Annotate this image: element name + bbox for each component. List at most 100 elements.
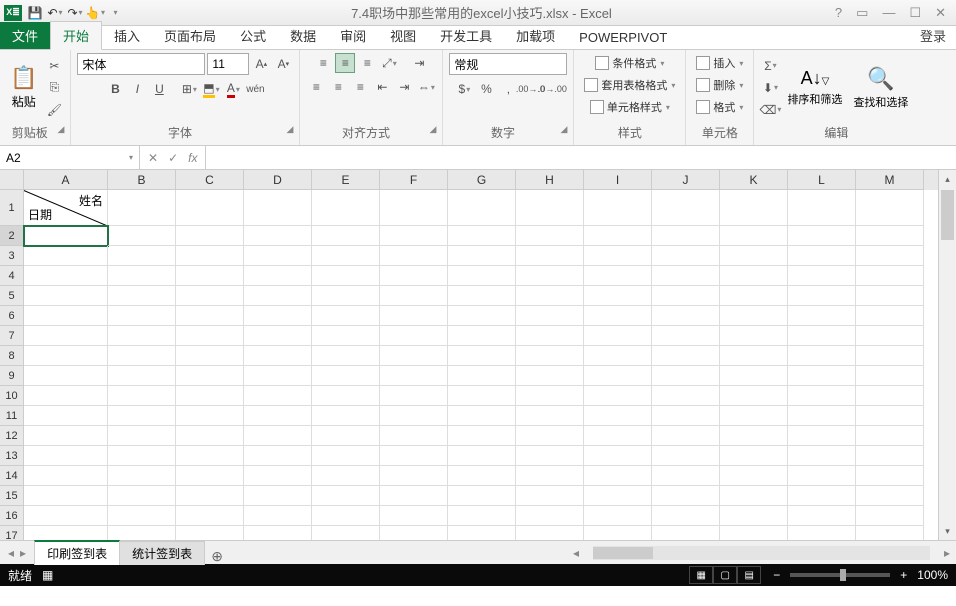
cell-G17[interactable]	[448, 526, 516, 540]
row-header-17[interactable]: 17	[0, 526, 24, 540]
cell-F6[interactable]	[380, 306, 448, 326]
cell-I17[interactable]	[584, 526, 652, 540]
cell-J5[interactable]	[652, 286, 720, 306]
cell-H11[interactable]	[516, 406, 584, 426]
cell-D1[interactable]	[244, 190, 312, 226]
cell-C12[interactable]	[176, 426, 244, 446]
cell-E8[interactable]	[312, 346, 380, 366]
cell-D6[interactable]	[244, 306, 312, 326]
cell-G11[interactable]	[448, 406, 516, 426]
col-header-G[interactable]: G	[448, 170, 516, 190]
cell-style-button[interactable]: 单元格样式▾	[586, 97, 674, 117]
row-header-9[interactable]: 9	[0, 366, 24, 386]
cell-F17[interactable]	[380, 526, 448, 540]
cell-E15[interactable]	[312, 486, 380, 506]
cell-E17[interactable]	[312, 526, 380, 540]
cell-M12[interactable]	[856, 426, 924, 446]
font-size-select[interactable]	[207, 53, 249, 75]
align-right-button[interactable]: ≡	[350, 77, 370, 97]
tab-layout[interactable]: 页面布局	[152, 22, 228, 49]
cell-M16[interactable]	[856, 506, 924, 526]
cell-G3[interactable]	[448, 246, 516, 266]
tab-data[interactable]: 数据	[278, 22, 328, 49]
cell-E3[interactable]	[312, 246, 380, 266]
cell-J3[interactable]	[652, 246, 720, 266]
cell-A11[interactable]	[24, 406, 108, 426]
cell-F14[interactable]	[380, 466, 448, 486]
cell-D8[interactable]	[244, 346, 312, 366]
cell-J10[interactable]	[652, 386, 720, 406]
redo-icon[interactable]: ↷▾	[66, 4, 84, 22]
zoom-level[interactable]: 100%	[917, 568, 948, 582]
cell-A17[interactable]	[24, 526, 108, 540]
col-header-B[interactable]: B	[108, 170, 176, 190]
scroll-up-icon[interactable]: ▴	[939, 170, 956, 188]
cell-A2[interactable]	[24, 226, 108, 246]
col-header-H[interactable]: H	[516, 170, 584, 190]
cell-D13[interactable]	[244, 446, 312, 466]
cell-H3[interactable]	[516, 246, 584, 266]
cell-E13[interactable]	[312, 446, 380, 466]
cell-G4[interactable]	[448, 266, 516, 286]
cell-E10[interactable]	[312, 386, 380, 406]
cell-L6[interactable]	[788, 306, 856, 326]
table-format-button[interactable]: 套用表格格式▾	[580, 75, 679, 95]
cell-G7[interactable]	[448, 326, 516, 346]
cell-F7[interactable]	[380, 326, 448, 346]
cell-A9[interactable]	[24, 366, 108, 386]
cell-C5[interactable]	[176, 286, 244, 306]
cell-E12[interactable]	[312, 426, 380, 446]
cell-L11[interactable]	[788, 406, 856, 426]
cell-J4[interactable]	[652, 266, 720, 286]
col-header-A[interactable]: A	[24, 170, 108, 190]
cell-D17[interactable]	[244, 526, 312, 540]
cell-I2[interactable]	[584, 226, 652, 246]
cell-M2[interactable]	[856, 226, 924, 246]
cell-G13[interactable]	[448, 446, 516, 466]
cell-I10[interactable]	[584, 386, 652, 406]
cell-G15[interactable]	[448, 486, 516, 506]
cell-A8[interactable]	[24, 346, 108, 366]
cell-B7[interactable]	[108, 326, 176, 346]
conditional-format-button[interactable]: 条件格式▾	[591, 53, 668, 73]
cell-F8[interactable]	[380, 346, 448, 366]
tab-home[interactable]: 开始	[50, 21, 102, 50]
cell-A10[interactable]	[24, 386, 108, 406]
row-header-1[interactable]: 1	[0, 190, 24, 226]
page-break-button[interactable]: ▤	[737, 566, 761, 584]
cell-B1[interactable]	[108, 190, 176, 226]
cell-K12[interactable]	[720, 426, 788, 446]
cell-I7[interactable]	[584, 326, 652, 346]
cell-A13[interactable]	[24, 446, 108, 466]
cell-D9[interactable]	[244, 366, 312, 386]
cell-G8[interactable]	[448, 346, 516, 366]
cell-C4[interactable]	[176, 266, 244, 286]
col-header-J[interactable]: J	[652, 170, 720, 190]
cell-L17[interactable]	[788, 526, 856, 540]
cell-H8[interactable]	[516, 346, 584, 366]
cell-F11[interactable]	[380, 406, 448, 426]
cell-M4[interactable]	[856, 266, 924, 286]
col-header-K[interactable]: K	[720, 170, 788, 190]
cell-E16[interactable]	[312, 506, 380, 526]
cell-D16[interactable]	[244, 506, 312, 526]
zoom-slider[interactable]	[790, 573, 890, 577]
cell-D10[interactable]	[244, 386, 312, 406]
cell-A1[interactable]: 姓名日期	[24, 190, 108, 226]
cell-B4[interactable]	[108, 266, 176, 286]
name-box-input[interactable]	[6, 151, 128, 165]
row-header-6[interactable]: 6	[0, 306, 24, 326]
cell-F10[interactable]	[380, 386, 448, 406]
wrap-text-button[interactable]: ⇥	[409, 53, 429, 73]
cell-G10[interactable]	[448, 386, 516, 406]
zoom-in-button[interactable]: +	[900, 568, 907, 582]
cell-J7[interactable]	[652, 326, 720, 346]
cell-K10[interactable]	[720, 386, 788, 406]
cell-M17[interactable]	[856, 526, 924, 540]
cell-I9[interactable]	[584, 366, 652, 386]
cell-A4[interactable]	[24, 266, 108, 286]
touch-mode-icon[interactable]: 👆▾	[86, 4, 104, 22]
cell-K16[interactable]	[720, 506, 788, 526]
cell-F9[interactable]	[380, 366, 448, 386]
cell-G14[interactable]	[448, 466, 516, 486]
